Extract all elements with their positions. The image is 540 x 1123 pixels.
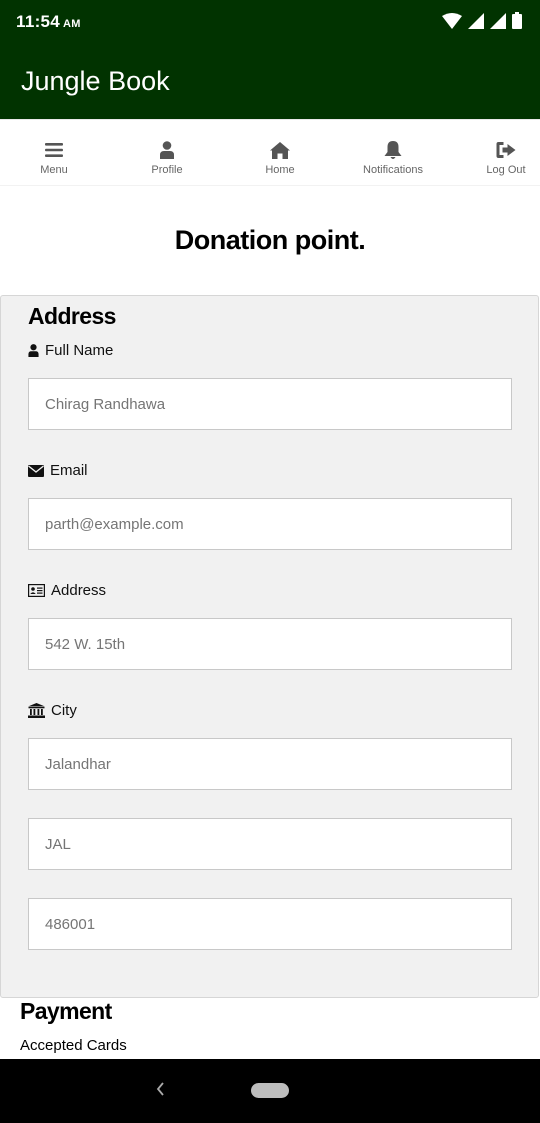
system-nav-bar — [0, 1059, 540, 1123]
menu-icon — [45, 140, 63, 160]
city-label: City — [28, 702, 77, 719]
back-icon[interactable] — [154, 1079, 166, 1104]
zip-input[interactable] — [28, 898, 512, 950]
accepted-cards-label: Accepted Cards — [20, 1037, 127, 1054]
status-bar: 11:54 AM — [0, 0, 540, 46]
nav-label-menu: Menu — [40, 164, 68, 176]
street-address-label-text: Address — [51, 582, 107, 599]
nav-item-menu[interactable]: Menu — [0, 120, 108, 187]
city-input[interactable] — [28, 738, 512, 790]
bell-icon — [384, 140, 402, 160]
full-name-input[interactable] — [28, 378, 512, 430]
email-label: Email — [28, 462, 88, 479]
nav-item-logout[interactable]: Log Out — [452, 120, 540, 187]
envelope-icon — [28, 464, 44, 477]
full-name-label: Full Name — [28, 342, 113, 359]
nav-label-home: Home — [265, 164, 295, 176]
home-icon — [270, 140, 290, 160]
status-time-text: 11:54 — [16, 12, 61, 31]
nav-label-notifications: Notifications — [363, 164, 423, 176]
email-input[interactable] — [28, 498, 512, 550]
page-title: Donation point. — [174, 225, 366, 255]
app-bar: Jungle Book — [0, 46, 540, 119]
payment-heading: Payment — [20, 998, 112, 1024]
street-address-input[interactable] — [28, 618, 512, 670]
city-label-text: City — [51, 702, 77, 719]
institution-icon — [28, 703, 45, 718]
full-name-label-text: Full Name — [45, 342, 114, 359]
signal-icon-2 — [490, 12, 506, 29]
status-ampm: AM — [63, 18, 81, 30]
state-input[interactable] — [28, 818, 512, 870]
nav-bar: Menu Profile Home Notifications Log Out — [0, 119, 540, 186]
address-panel: Address Full Name Email Address City — [0, 295, 539, 998]
user-icon — [28, 344, 39, 357]
street-address-label: Address — [28, 582, 106, 599]
sign-out-icon — [496, 140, 516, 160]
home-pill-button[interactable] — [251, 1083, 289, 1098]
user-icon — [160, 140, 174, 160]
nav-label-logout: Log Out — [486, 164, 526, 176]
nav-item-profile[interactable]: Profile — [113, 120, 221, 187]
address-card-icon — [28, 584, 45, 597]
nav-item-notifications[interactable]: Notifications — [339, 120, 447, 187]
app-title: Jungle Book — [21, 66, 170, 96]
status-icons — [442, 12, 522, 29]
signal-icon — [468, 12, 484, 29]
wifi-icon — [442, 12, 462, 29]
email-label-text: Email — [50, 462, 88, 479]
nav-item-home[interactable]: Home — [226, 120, 334, 187]
nav-label-profile: Profile — [151, 164, 183, 176]
battery-icon — [512, 12, 522, 29]
address-heading: Address — [28, 303, 116, 329]
status-time: 11:54 AM — [16, 12, 81, 32]
